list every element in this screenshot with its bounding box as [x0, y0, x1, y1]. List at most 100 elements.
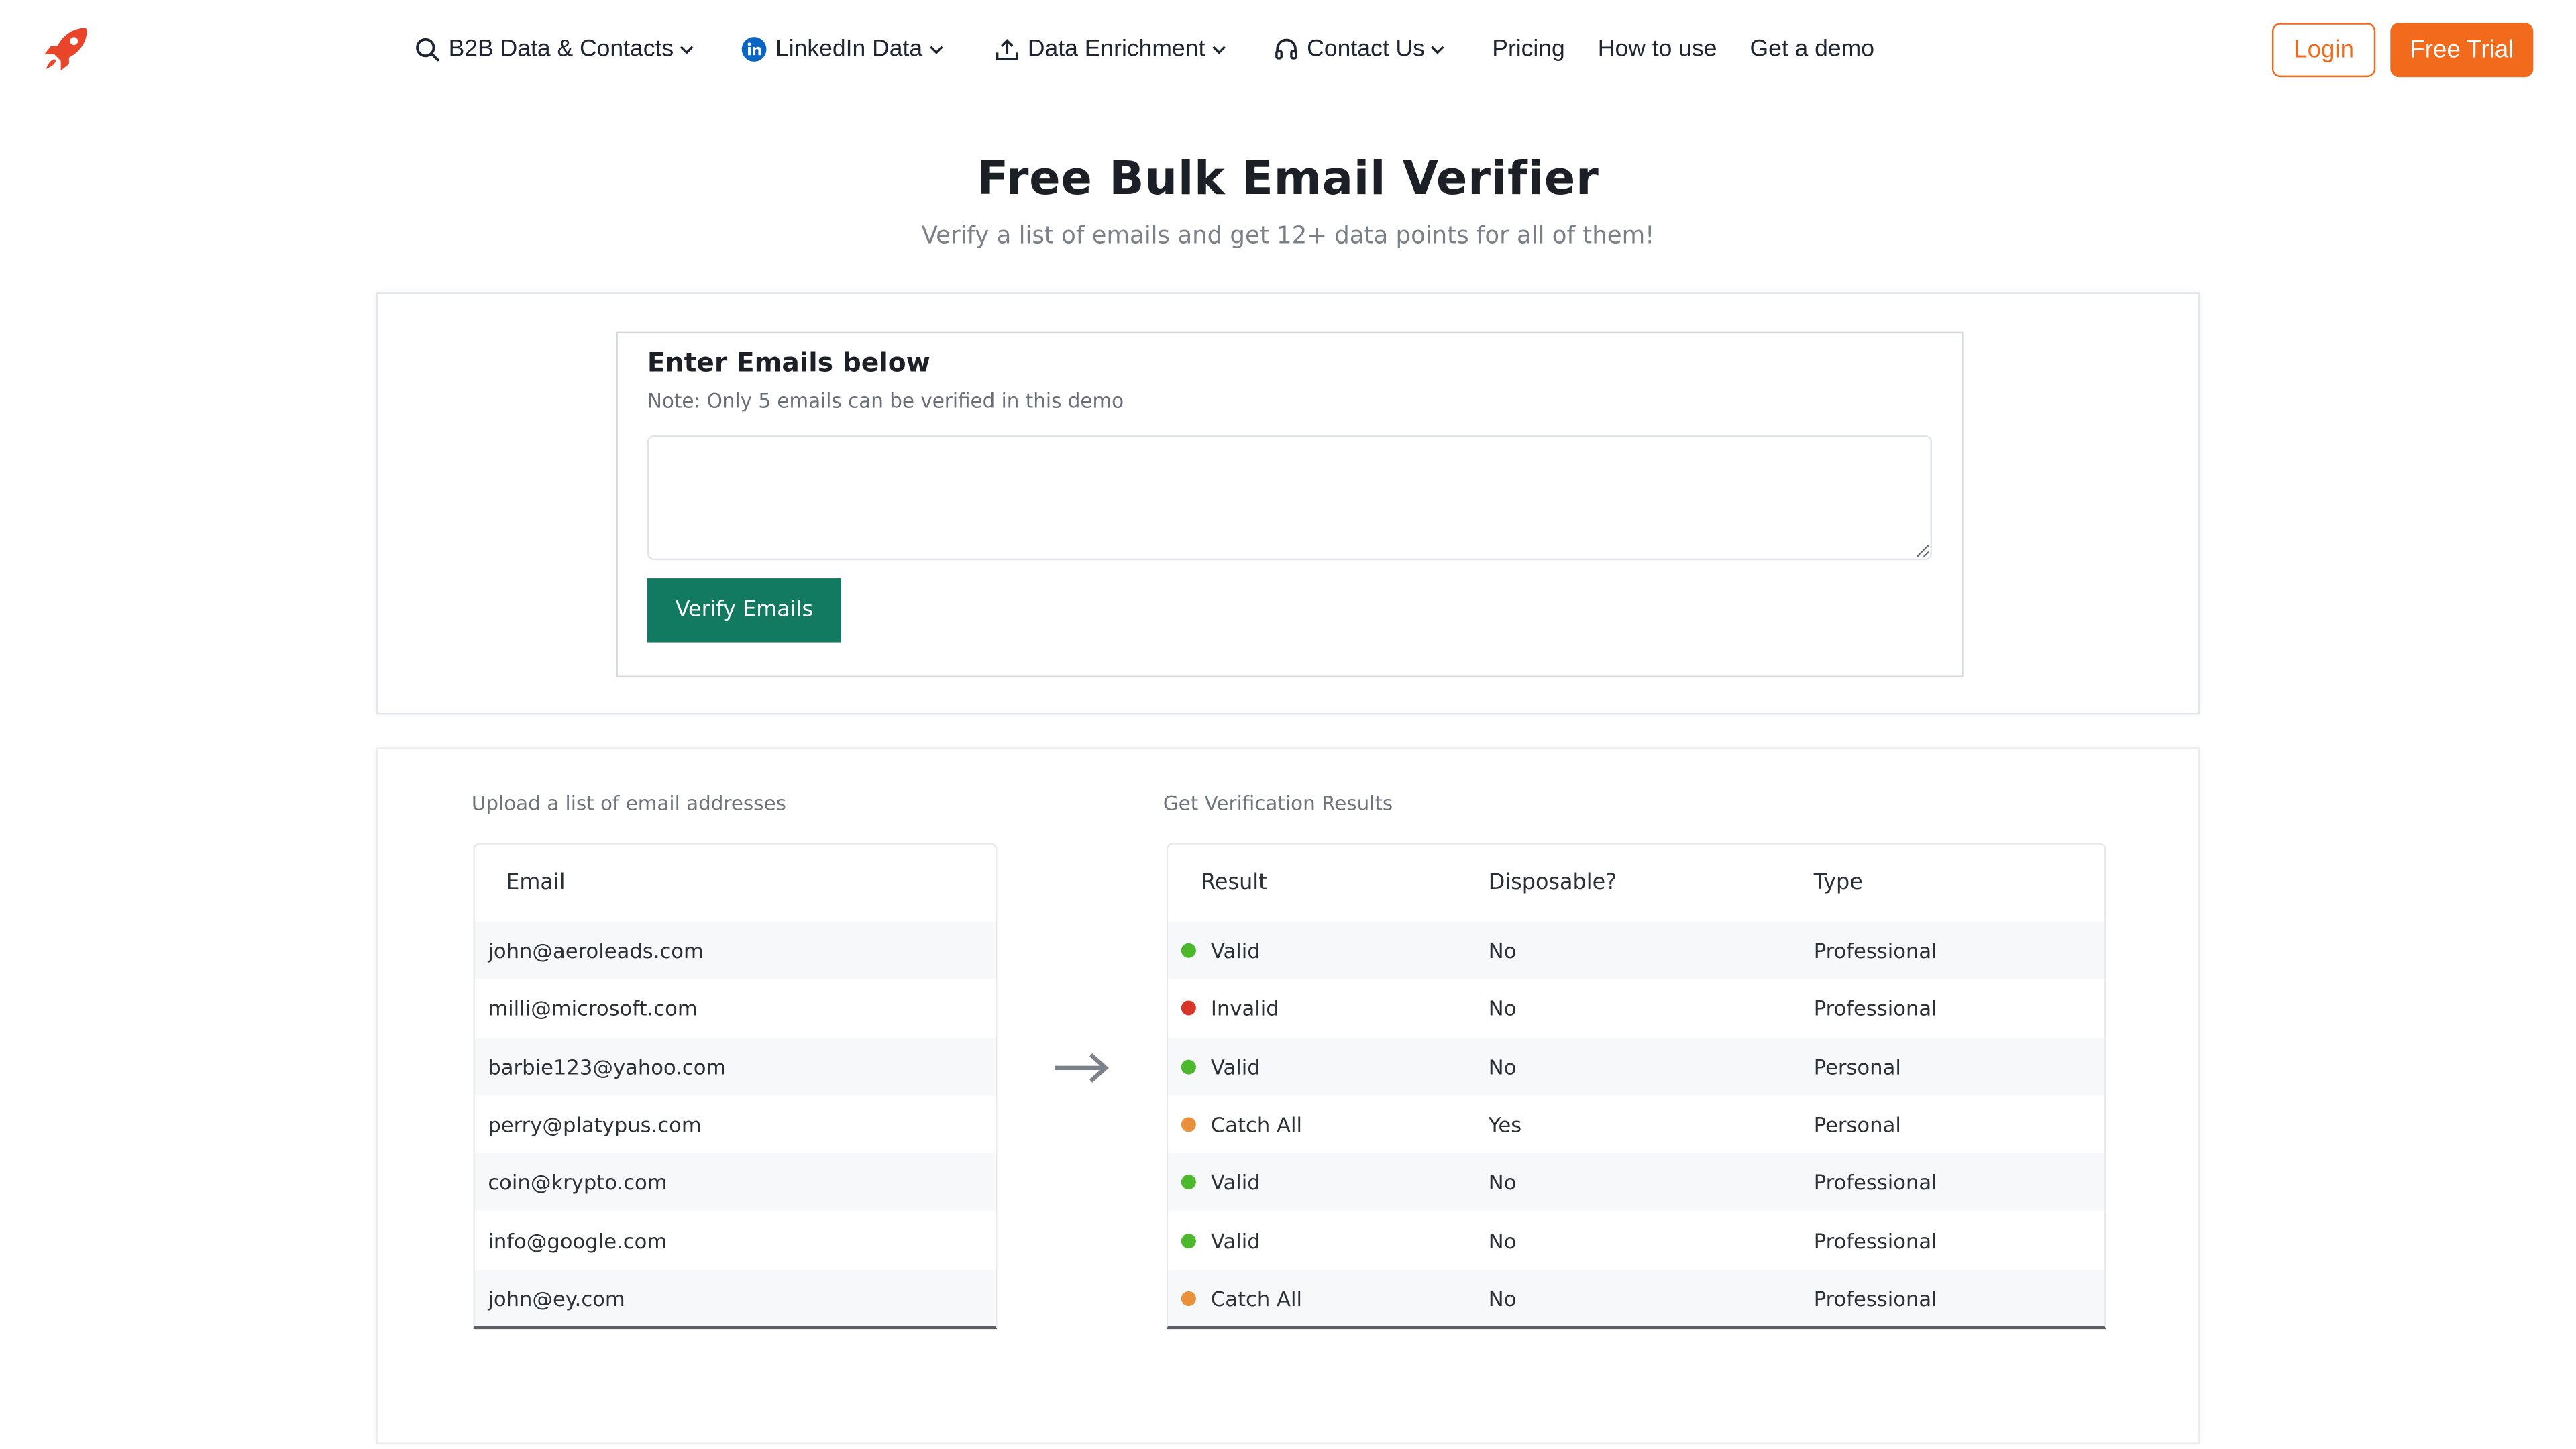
menu-label: Data Enrichment	[1027, 36, 1205, 63]
arrow-right-icon	[1051, 1048, 1114, 1087]
top-nav: B2B Data & Contacts LinkedIn Data Data E	[0, 0, 2576, 99]
result-cell: Catch All	[1168, 1286, 1489, 1311]
menu-data-enrichment[interactable]: Data Enrichment	[993, 36, 1226, 62]
result-cell: Valid	[1168, 1228, 1489, 1253]
result-label: Catch All	[1210, 1112, 1302, 1137]
menu-linkedin-data[interactable]: LinkedIn Data	[741, 36, 944, 62]
menu-how-to-use[interactable]: How to use	[1598, 36, 1717, 62]
main-menu: B2B Data & Contacts LinkedIn Data Data E	[414, 30, 1874, 69]
email-cell: barbie123@yahoo.com	[488, 1054, 727, 1079]
status-dot	[1181, 1059, 1196, 1074]
chevron-down-icon	[927, 41, 943, 57]
status-dot	[1181, 1175, 1196, 1190]
disposable-cell: Yes	[1488, 1112, 1522, 1137]
page-title: Free Bulk Email Verifier	[977, 151, 1599, 206]
result-label: Invalid	[1210, 996, 1279, 1021]
table-row: perry@platypus.com	[474, 1095, 996, 1154]
table-row: Valid No Personal	[1168, 1037, 2105, 1096]
linkedin-icon	[741, 36, 767, 62]
email-list-table: Email john@aeroleads.com milli@microsoft…	[473, 843, 998, 1330]
result-cell: Valid	[1168, 1055, 1489, 1079]
email-cell: coin@krypto.com	[488, 1170, 667, 1195]
result-column-header: Result	[1201, 870, 1267, 896]
email-input-panel: Enter Emails below Note: Only 5 emails c…	[616, 331, 1964, 677]
menu-label: LinkedIn Data	[775, 36, 923, 63]
input-title: Enter Emails below	[647, 346, 930, 378]
emails-textarea[interactable]	[647, 435, 1933, 561]
table-row: Valid No Professional	[1168, 1212, 2105, 1270]
menu-pricing[interactable]: Pricing	[1492, 36, 1565, 62]
search-icon	[414, 36, 440, 62]
disposable-cell: No	[1488, 1054, 1517, 1079]
disposable-cell: No	[1488, 996, 1517, 1021]
result-label: Valid	[1210, 1054, 1260, 1079]
table-header: Result Disposable? Type	[1168, 844, 2105, 922]
results-caption: Get Verification Results	[1163, 792, 1393, 815]
type-cell: Personal	[1813, 1054, 1901, 1079]
result-label: Valid	[1210, 938, 1260, 963]
type-cell: Professional	[1813, 938, 1937, 963]
login-button[interactable]: Login	[2271, 23, 2376, 78]
table-row: Catch All Yes Personal	[1168, 1095, 2105, 1154]
type-cell: Professional	[1813, 1170, 1937, 1195]
type-cell: Professional	[1813, 1286, 1937, 1311]
menu-label: Contact Us	[1307, 36, 1425, 63]
result-label: Catch All	[1210, 1286, 1302, 1311]
table-row: info@google.com	[474, 1212, 996, 1270]
result-cell: Catch All	[1168, 1112, 1489, 1137]
table-row: Valid No Professional	[1168, 921, 2105, 980]
table-header: Email	[474, 844, 996, 922]
verification-results-table: Result Disposable? Type Valid No Profess…	[1166, 843, 2106, 1330]
result-label: Valid	[1210, 1228, 1260, 1253]
result-cell: Valid	[1168, 1170, 1489, 1195]
page: B2B Data & Contacts LinkedIn Data Data E	[0, 0, 2576, 1449]
table-row: milli@microsoft.com	[474, 979, 996, 1038]
disposable-column-header: Disposable?	[1488, 870, 1617, 896]
disposable-cell: No	[1488, 1170, 1517, 1195]
verify-emails-button[interactable]: Verify Emails	[647, 578, 841, 643]
rocket-logo-icon[interactable]	[40, 23, 92, 75]
disposable-cell: No	[1488, 1286, 1517, 1311]
result-label: Valid	[1210, 1170, 1260, 1195]
table-row: john@ey.com	[474, 1269, 996, 1326]
page-subtitle: Verify a list of emails and get 12+ data…	[921, 223, 1655, 250]
chevron-down-icon	[678, 41, 694, 57]
disposable-cell: No	[1488, 938, 1517, 963]
demo-card: Upload a list of email addresses Get Ver…	[376, 747, 2200, 1444]
email-cell: john@aeroleads.com	[488, 938, 704, 963]
table-row: Catch All No Professional	[1168, 1269, 2105, 1326]
headset-icon	[1273, 36, 1299, 62]
disposable-cell: No	[1488, 1228, 1517, 1253]
table-row: barbie123@yahoo.com	[474, 1037, 996, 1096]
chevron-down-icon	[1210, 41, 1226, 57]
upload-icon	[993, 36, 1019, 62]
email-cell: perry@platypus.com	[488, 1112, 702, 1137]
result-cell: Invalid	[1168, 996, 1489, 1021]
menu-get-a-demo[interactable]: Get a demo	[1750, 36, 1874, 62]
upload-caption: Upload a list of email addresses	[471, 792, 786, 815]
type-cell: Professional	[1813, 1228, 1937, 1253]
status-dot	[1181, 1001, 1196, 1016]
chevron-down-icon	[1430, 41, 1446, 57]
status-dot	[1181, 943, 1196, 959]
result-cell: Valid	[1168, 938, 1489, 963]
email-cell: john@ey.com	[488, 1286, 625, 1311]
table-row: john@aeroleads.com	[474, 921, 996, 980]
email-column-header: Email	[506, 870, 566, 896]
table-row: Valid No Professional	[1168, 1153, 2105, 1212]
email-input-card: Enter Emails below Note: Only 5 emails c…	[376, 292, 2200, 715]
table-row: Invalid No Professional	[1168, 979, 2105, 1038]
type-column-header: Type	[1813, 870, 1863, 896]
status-dot	[1181, 1291, 1196, 1306]
free-trial-button[interactable]: Free Trial	[2390, 23, 2534, 78]
menu-label: B2B Data & Contacts	[448, 36, 674, 63]
input-note: Note: Only 5 emails can be verified in t…	[647, 389, 1124, 413]
type-cell: Professional	[1813, 996, 1937, 1021]
email-cell: milli@microsoft.com	[488, 996, 698, 1021]
email-cell: info@google.com	[488, 1228, 667, 1253]
menu-b2b-data[interactable]: B2B Data & Contacts	[414, 36, 695, 62]
table-row: coin@krypto.com	[474, 1153, 996, 1212]
status-dot	[1181, 1233, 1196, 1248]
menu-contact-us[interactable]: Contact Us	[1273, 36, 1446, 62]
status-dot	[1181, 1117, 1196, 1132]
